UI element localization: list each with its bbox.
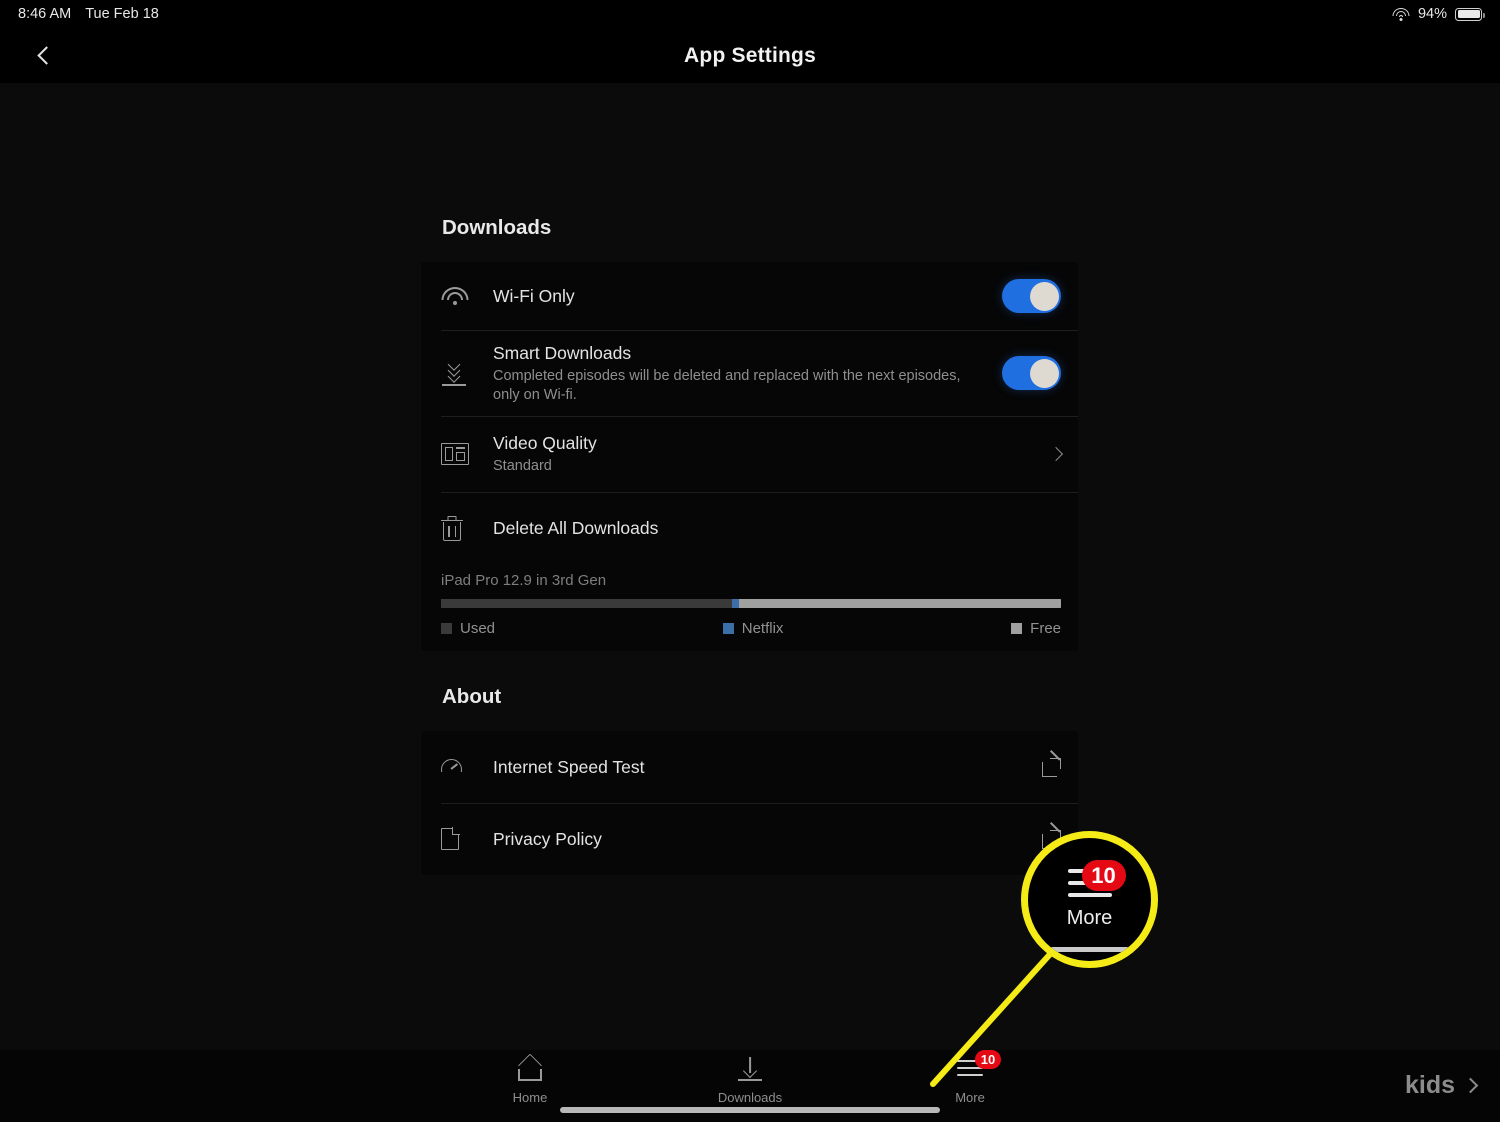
smart-downloads-toggle[interactable] — [1002, 356, 1061, 390]
hamburger-icon: 10 — [1067, 860, 1126, 899]
settings-content: Downloads Wi-Fi Only Smart Downloads Com… — [0, 83, 1500, 1050]
row-video-quality-body: Video Quality Standard — [493, 432, 1051, 476]
row-subtitle: Standard — [493, 458, 552, 474]
row-internet-speed-test-tail[interactable] — [1042, 749, 1061, 777]
row-delete-all-downloads[interactable]: Delete All Downloads — [421, 492, 1078, 564]
tab-list: Home Downloads 10 More — [0, 1050, 1500, 1105]
row-privacy-policy[interactable]: Privacy Policy — [421, 803, 1078, 875]
status-time: 8:46 AM — [18, 6, 72, 22]
chevron-right-icon — [1462, 1077, 1479, 1094]
status-bar: 8:46 AM Tue Feb 18 94% — [0, 0, 1500, 28]
kids-label: kids — [1404, 1071, 1455, 1099]
battery-icon — [1455, 7, 1485, 21]
wifi-icon — [1392, 7, 1410, 21]
status-date: Tue Feb 18 — [85, 6, 159, 22]
storage-legend: Used Netflix Free — [441, 620, 1061, 637]
downloads-section-heading: Downloads — [442, 216, 552, 239]
legend-item-used: Used — [441, 620, 495, 637]
row-title: Wi-Fi Only — [493, 286, 575, 306]
row-title: Smart Downloads — [493, 342, 632, 363]
legend-swatch — [441, 623, 452, 634]
wifi-icon — [441, 286, 493, 306]
kids-profile-button[interactable]: kids — [1404, 1071, 1479, 1100]
row-title: Video Quality — [493, 433, 597, 453]
row-wifi-only[interactable]: Wi-Fi Only — [421, 262, 1078, 330]
legend-swatch — [722, 623, 734, 634]
battery-percent-label: 94% — [1417, 6, 1447, 22]
tab-more[interactable]: 10 More — [915, 1050, 1025, 1105]
ipad-app-settings-screen: 8:46 AM Tue Feb 18 94% App Settings Down… — [0, 0, 1500, 1122]
row-wifi-only-tail — [1002, 279, 1061, 313]
row-internet-speed-test-body: Internet Speed Test — [493, 756, 1042, 778]
legend-label: Free — [1030, 620, 1061, 637]
row-smart-downloads-body: Smart Downloads Completed episodes will … — [493, 342, 1002, 405]
storage-segment-free — [738, 599, 1061, 608]
settings-column: Downloads Wi-Fi Only Smart Downloads Com… — [421, 83, 1078, 875]
wifi-only-toggle[interactable] — [1002, 279, 1061, 313]
row-internet-speed-test[interactable]: Internet Speed Test — [421, 731, 1078, 803]
row-privacy-policy-body: Privacy Policy — [493, 828, 1042, 850]
legend-label: Used — [460, 620, 496, 637]
row-video-quality[interactable]: Video Quality Standard — [421, 416, 1078, 492]
storage-device-name: iPad Pro 12.9 in 3rd Gen — [441, 572, 607, 589]
row-subtitle: Completed episodes will be deleted and r… — [493, 367, 961, 403]
row-title: Delete All Downloads — [493, 518, 659, 538]
row-title: Internet Speed Test — [493, 757, 645, 777]
home-indicator — [560, 1107, 940, 1113]
document-icon — [441, 827, 493, 850]
callout-magnifier: 10 More — [1021, 831, 1158, 968]
home-indicator — [1050, 947, 1129, 952]
tab-label: Downloads — [717, 1090, 783, 1105]
tab-label: Home — [512, 1090, 548, 1105]
row-smart-downloads-tail — [1002, 356, 1061, 390]
storage-segment-used — [441, 599, 733, 608]
legend-label: Netflix — [741, 620, 784, 637]
more-badge: 10 — [975, 1050, 1001, 1069]
speedometer-icon — [441, 757, 493, 777]
storage-bar — [441, 599, 1061, 608]
more-badge: 10 — [1081, 860, 1126, 891]
status-bar-left: 8:46 AM Tue Feb 18 — [18, 6, 159, 22]
bottom-tab-bar: Home Downloads 10 More kids — [0, 1050, 1500, 1122]
tab-label: More — [955, 1090, 985, 1105]
downloads-card: Wi-Fi Only Smart Downloads Completed epi… — [421, 262, 1078, 651]
legend-item-free: Free — [1011, 620, 1061, 637]
callout-more-label: More — [1066, 907, 1113, 929]
row-delete-all-downloads-body: Delete All Downloads — [493, 517, 1061, 539]
callout-magnifier-content: 10 More — [1028, 838, 1151, 961]
row-title: Privacy Policy — [493, 829, 602, 849]
legend-item-netflix: Netflix — [722, 620, 784, 637]
navigation-bar: App Settings — [0, 28, 1500, 83]
chevron-right-icon[interactable] — [1048, 446, 1064, 462]
row-wifi-only-body: Wi-Fi Only — [493, 285, 1002, 307]
about-section-heading: About — [442, 685, 502, 708]
external-link-icon[interactable] — [1042, 749, 1061, 777]
about-card: Internet Speed Test Privacy Policy — [421, 731, 1078, 875]
row-video-quality-tail — [1048, 446, 1064, 462]
page-title: App Settings — [684, 43, 816, 67]
row-smart-downloads[interactable]: Smart Downloads Completed episodes will … — [421, 330, 1078, 416]
storage-usage-block: iPad Pro 12.9 in 3rd Gen Used Netflix Fr… — [421, 564, 1078, 651]
legend-swatch — [1011, 623, 1023, 634]
tab-home[interactable]: Home — [475, 1053, 585, 1105]
trash-icon — [441, 515, 493, 541]
smart-downloads-icon — [441, 358, 493, 386]
video-quality-icon — [441, 443, 493, 465]
status-bar-right: 94% — [1392, 6, 1485, 22]
home-icon — [513, 1053, 547, 1084]
tab-downloads[interactable]: Downloads — [695, 1054, 805, 1105]
download-icon — [733, 1054, 767, 1084]
